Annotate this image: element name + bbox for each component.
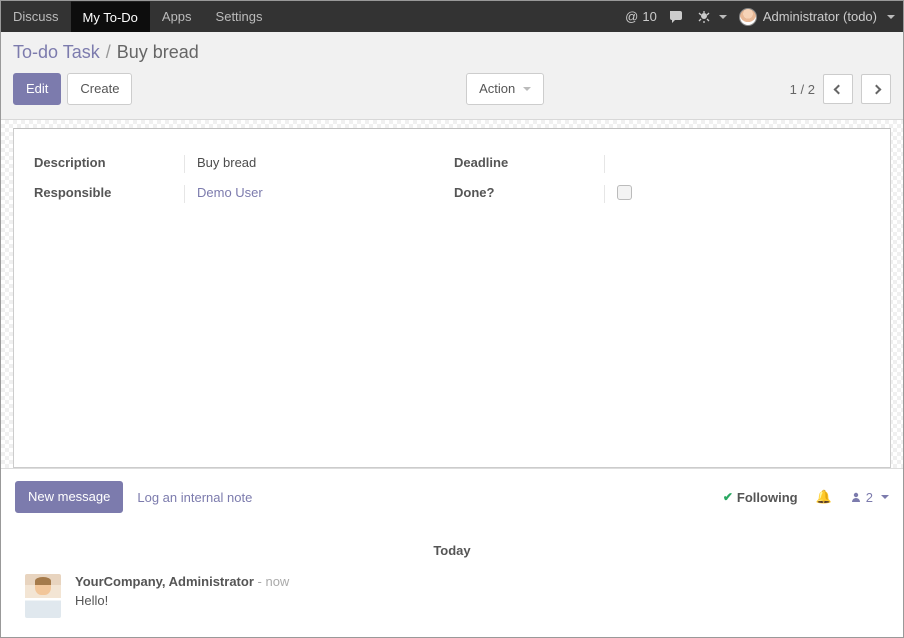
top-navbar: Discuss My To-Do Apps Settings @ 10 Admi… (1, 1, 903, 32)
chatter-head: New message Log an internal note ✔ Follo… (15, 481, 889, 513)
pager-prev-button[interactable] (823, 74, 853, 104)
nav-item-settings[interactable]: Settings (204, 1, 275, 32)
chevron-right-icon (871, 84, 881, 94)
followers-count: 2 (866, 490, 873, 505)
caret-down-icon (523, 87, 531, 91)
mentions-indicator[interactable]: @ 10 (625, 9, 657, 24)
pager-next-button[interactable] (861, 74, 891, 104)
check-icon: ✔ (723, 490, 733, 504)
pager-current: 1 (790, 82, 797, 97)
followers-dropdown[interactable]: 2 (850, 490, 889, 505)
create-button[interactable]: Create (67, 73, 132, 105)
value-done (604, 185, 642, 203)
message-body: Hello! (75, 593, 879, 608)
user-icon (850, 491, 862, 503)
breadcrumb-current: Buy bread (117, 42, 199, 63)
chatter-day-label: Today (15, 543, 889, 558)
follow-toggle[interactable]: ✔ Following (723, 490, 798, 505)
edit-button[interactable]: Edit (13, 73, 61, 105)
pager: 1 / 2 (790, 74, 891, 104)
control-panel: To-do Task / Buy bread Edit Create Actio… (1, 32, 903, 120)
field-description: Description Buy bread (34, 155, 450, 173)
action-dropdown[interactable]: Action (466, 73, 544, 105)
field-responsible: Responsible Demo User (34, 185, 450, 203)
field-done: Done? (454, 185, 870, 203)
mentions-count: 10 (642, 9, 656, 24)
field-deadline: Deadline (454, 155, 870, 173)
chatter: New message Log an internal note ✔ Follo… (1, 468, 903, 632)
message-avatar (25, 574, 61, 618)
pager-text: 1 / 2 (790, 82, 815, 97)
following-label: Following (737, 490, 798, 505)
label-done: Done? (454, 185, 604, 200)
breadcrumb-separator: / (106, 42, 111, 63)
form-col-right: Deadline Done? (454, 155, 870, 441)
message-author: YourCompany, Administrator (75, 574, 254, 589)
breadcrumb: To-do Task / Buy bread (13, 42, 891, 63)
message-item: YourCompany, Administrator - now Hello! (15, 574, 889, 632)
form-sheet-bg: Description Buy bread Responsible Demo U… (1, 120, 903, 468)
pager-total: 2 (808, 82, 815, 97)
bell-icon[interactable]: 🔔 (816, 489, 832, 505)
done-checkbox[interactable] (617, 185, 632, 200)
debug-icon[interactable] (697, 10, 727, 24)
pager-sep: / (801, 82, 805, 97)
new-message-button[interactable]: New message (15, 481, 123, 513)
value-deadline (604, 155, 627, 173)
action-label: Action (479, 80, 515, 98)
top-navbar-right: @ 10 Administrator (todo) (625, 1, 903, 32)
control-row: Edit Create Action 1 / 2 (13, 73, 891, 115)
caret-down-icon (881, 495, 889, 499)
chat-icon[interactable] (669, 10, 685, 24)
nav-item-discuss[interactable]: Discuss (1, 1, 71, 32)
log-note-link[interactable]: Log an internal note (137, 490, 252, 505)
caret-down-icon (887, 15, 895, 19)
value-description: Buy bread (184, 155, 266, 173)
nav-item-my-todo[interactable]: My To-Do (71, 1, 150, 32)
nav-item-apps[interactable]: Apps (150, 1, 204, 32)
caret-down-icon (719, 15, 727, 19)
value-responsible[interactable]: Demo User (184, 185, 273, 203)
top-navbar-menu: Discuss My To-Do Apps Settings (1, 1, 275, 32)
user-label: Administrator (todo) (763, 9, 877, 24)
label-deadline: Deadline (454, 155, 604, 170)
chevron-left-icon (833, 84, 843, 94)
message-time: - now (258, 574, 290, 589)
breadcrumb-root[interactable]: To-do Task (13, 42, 100, 63)
user-avatar-icon (739, 8, 757, 26)
label-responsible: Responsible (34, 185, 184, 200)
at-icon: @ (625, 9, 638, 24)
form-sheet: Description Buy bread Responsible Demo U… (13, 128, 891, 468)
label-description: Description (34, 155, 184, 170)
user-menu[interactable]: Administrator (todo) (739, 8, 895, 26)
form-col-left: Description Buy bread Responsible Demo U… (34, 155, 450, 441)
